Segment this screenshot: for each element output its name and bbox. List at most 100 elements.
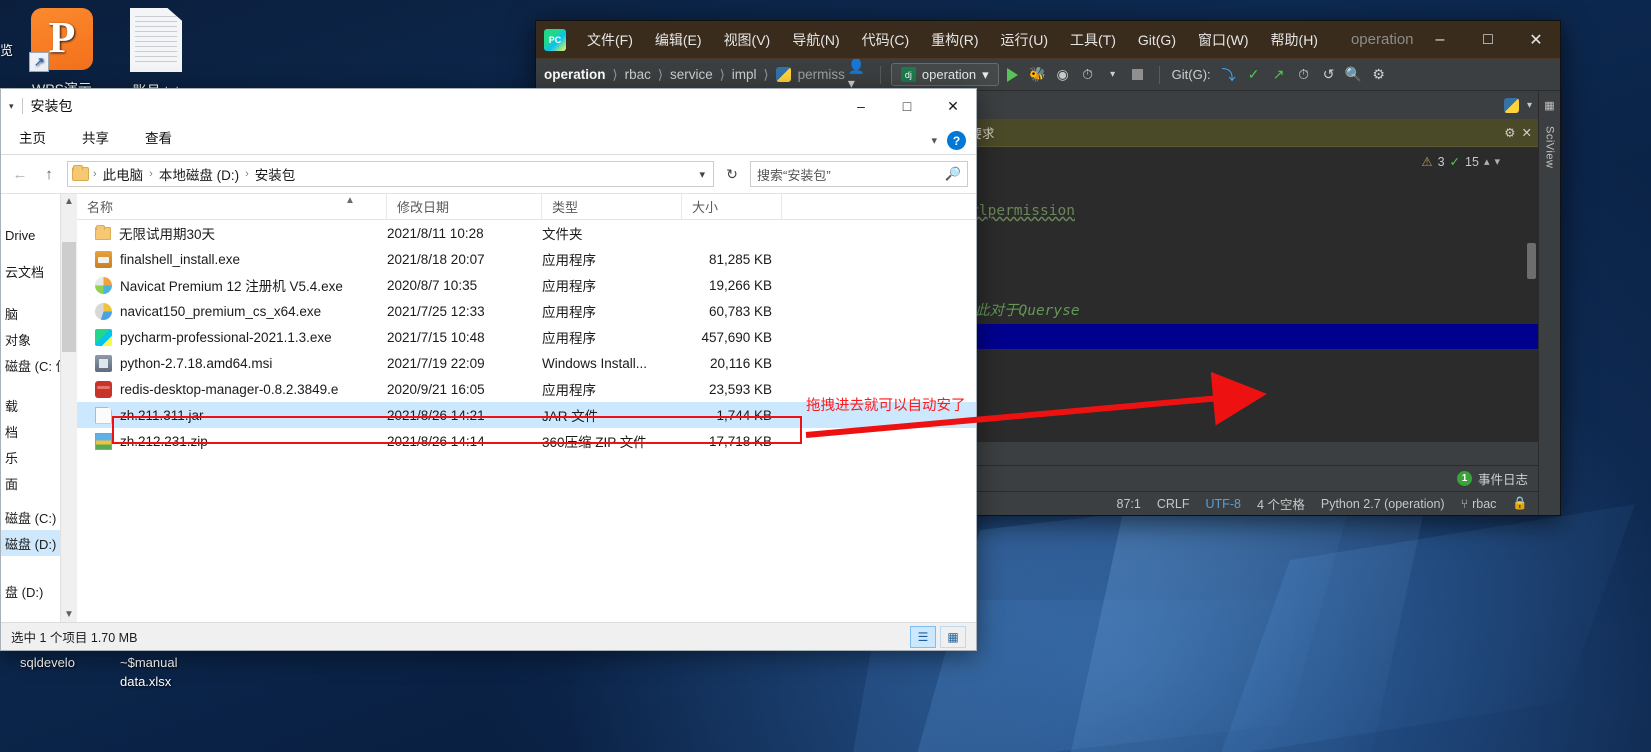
run-with-coverage-button[interactable]: ◉ xyxy=(1052,64,1074,86)
chevron-down-icon[interactable]: ▾ xyxy=(1102,64,1124,86)
nav-pane-scrollbar[interactable]: ▲ ▼ xyxy=(60,194,77,622)
user-group-icon[interactable]: 👤▾ xyxy=(848,58,870,91)
maximize-button[interactable]: □ xyxy=(884,89,930,123)
ribbon-tab-share[interactable]: 共享 xyxy=(64,122,127,154)
table-row[interactable]: pycharm-professional-2021.1.3.exe 2021/7… xyxy=(77,324,976,350)
settings-gear-icon[interactable]: ⚙ xyxy=(1368,64,1390,86)
quick-access-toolbar[interactable]: ▾ xyxy=(9,101,14,112)
minimize-button[interactable]: – xyxy=(1416,21,1464,58)
profile-button[interactable]: ⏱ xyxy=(1077,64,1099,86)
chevron-down-icon[interactable]: ▾ xyxy=(9,101,14,112)
run-button[interactable] xyxy=(1002,64,1024,86)
ribbon-tab-view[interactable]: 查看 xyxy=(127,122,190,154)
caret-position[interactable]: 87:1 xyxy=(1117,497,1141,511)
column-header-name[interactable]: 名称 xyxy=(77,194,387,219)
more-tabs-button[interactable]: ▾ xyxy=(1498,91,1538,119)
debug-button[interactable]: 🐝 xyxy=(1027,64,1049,86)
line-separator[interactable]: CRLF xyxy=(1157,497,1190,511)
git-rollback-icon[interactable]: ↺ xyxy=(1318,64,1340,86)
menu-help[interactable]: 帮助(H) xyxy=(1260,24,1329,56)
minimize-button[interactable]: – xyxy=(838,89,884,123)
pycharm-icon xyxy=(95,328,112,346)
large-icons-view-button[interactable]: ▦ xyxy=(940,625,966,648)
address-segment-this-pc[interactable]: 此电脑 xyxy=(101,164,146,184)
breadcrumb-service[interactable]: service xyxy=(670,67,713,82)
editor-scrollbar-thumb[interactable] xyxy=(1527,243,1536,279)
git-history-icon[interactable]: ⏱ xyxy=(1293,64,1315,86)
address-segment-local-disk-d[interactable]: 本地磁盘 (D:) xyxy=(157,164,241,184)
tool-window-event-log[interactable]: 事件日志 xyxy=(1478,469,1528,488)
lock-icon[interactable]: 🔒 xyxy=(1512,496,1528,511)
close-icon[interactable]: ✕ xyxy=(1522,125,1532,140)
breadcrumb-rbac[interactable]: rbac xyxy=(625,67,651,82)
python-interpreter[interactable]: Python 2.7 (operation) xyxy=(1321,497,1445,511)
breadcrumb-impl[interactable]: impl xyxy=(732,67,757,82)
menu-view[interactable]: 视图(V) xyxy=(713,24,782,56)
file-explorer-window[interactable]: ▾ 安装包 – □ ✕ 主页 共享 查看 ▾ ? ← ↑ › 此电脑 › 本地磁… xyxy=(0,88,977,651)
file-encoding[interactable]: UTF-8 xyxy=(1206,497,1241,511)
taskbar-item-label[interactable]: sqldevelo xyxy=(20,655,75,670)
menu-file[interactable]: 文件(F) xyxy=(576,24,644,56)
menu-tools[interactable]: 工具(T) xyxy=(1059,24,1127,56)
menu-navigate[interactable]: 导航(N) xyxy=(781,24,850,56)
address-bar[interactable]: › 此电脑 › 本地磁盘 (D:) › 安装包 ▾ xyxy=(67,161,714,187)
menu-run[interactable]: 运行(U) xyxy=(990,24,1059,56)
address-segment-current-folder[interactable]: 安装包 xyxy=(253,164,298,184)
run-configuration-selector[interactable]: dj operation ▾ xyxy=(890,63,999,86)
git-commit-icon[interactable]: ✓ xyxy=(1243,64,1265,86)
maximize-button[interactable]: □ xyxy=(1464,21,1512,58)
table-row[interactable]: 无限试用期30天 2021/8/11 10:28 文件夹 xyxy=(77,220,976,246)
ribbon-tab-home[interactable]: 主页 xyxy=(1,122,64,154)
breadcrumb-permission[interactable]: permiss xyxy=(798,67,845,82)
file-date: 2020/9/21 16:05 xyxy=(387,381,485,397)
file-type: 应用程序 xyxy=(542,279,596,294)
table-row[interactable]: navicat150_premium_cs_x64.exe 2021/7/25 … xyxy=(77,298,976,324)
details-view-button[interactable]: ☰ xyxy=(910,625,936,648)
menu-window[interactable]: 窗口(W) xyxy=(1187,24,1260,56)
back-button[interactable]: ← xyxy=(9,166,31,183)
table-row-selected[interactable]: zh.211.311.jar 2021/8/26 14:21 JAR 文件 1,… xyxy=(77,402,976,428)
taskbar-item-label[interactable]: ~$manual xyxy=(120,655,177,670)
close-button[interactable]: ✕ xyxy=(930,89,976,123)
column-header-type[interactable]: 类型 xyxy=(542,194,682,219)
indent-setting[interactable]: 4 个空格 xyxy=(1257,494,1305,513)
help-icon[interactable]: ? xyxy=(947,131,966,150)
git-update-icon[interactable]: ⤵ xyxy=(1218,64,1240,86)
table-row[interactable]: python-2.7.18.amd64.msi 2021/7/19 22:09 … xyxy=(77,350,976,376)
chevron-up-icon[interactable]: ▲ xyxy=(64,196,74,207)
table-row[interactable]: zh.212.231.zip 2021/8/26 14:14 360压缩 ZIP… xyxy=(77,428,976,454)
refresh-button[interactable]: ↻ xyxy=(721,166,743,183)
navigation-pane[interactable]: Drive 云文档 脑 对象 磁盘 (C: 位于 载 档 乐 面 磁盘 (C:)… xyxy=(1,194,77,622)
git-branch-indicator[interactable]: ⑂ rbac xyxy=(1461,497,1497,511)
menu-git[interactable]: Git(G) xyxy=(1127,26,1187,54)
close-button[interactable]: ✕ xyxy=(1512,21,1560,58)
chevron-down-icon[interactable]: ▾ xyxy=(1494,155,1500,168)
stop-button[interactable] xyxy=(1127,64,1149,86)
table-row[interactable]: redis-desktop-manager-0.8.2.3849.e 2020/… xyxy=(77,376,976,402)
up-button[interactable]: ↑ xyxy=(38,166,60,183)
database-icon[interactable]: ▦ xyxy=(1544,99,1554,112)
taskbar-item-label[interactable]: data.xlsx xyxy=(120,674,171,689)
chevron-down-icon[interactable]: ▾ xyxy=(931,134,937,147)
git-push-icon[interactable]: ↗ xyxy=(1268,64,1290,86)
scrollbar-thumb[interactable] xyxy=(62,242,76,352)
table-row[interactable]: finalshell_install.exe 2021/8/18 20:07 应… xyxy=(77,246,976,272)
menu-code[interactable]: 代码(C) xyxy=(851,24,920,56)
desktop-icon-wps[interactable]: P ↗ WPS演示 xyxy=(14,8,110,98)
sciview-tool-button[interactable]: SciView xyxy=(1544,126,1556,168)
chevron-down-icon[interactable]: ▼ xyxy=(64,609,74,620)
inspection-widget[interactable]: ⚠ 3 ✓ 15 ▴ ▾ xyxy=(1417,153,1504,170)
chevron-up-icon[interactable]: ▴ xyxy=(1484,155,1490,168)
menu-refactor[interactable]: 重构(R) xyxy=(920,24,989,56)
file-list-pane[interactable]: 名称 修改日期 类型 大小 ▲ 无限试用期30天 2021/8/11 10:28… xyxy=(77,194,976,622)
column-header-size[interactable]: 大小 xyxy=(682,194,782,219)
table-row[interactable]: Navicat Premium 12 注册机 V5.4.exe 2020/8/7… xyxy=(77,272,976,298)
search-input[interactable]: 搜索“安装包” 🔍 xyxy=(750,161,968,187)
search-everywhere-icon[interactable]: 🔍 xyxy=(1343,64,1365,86)
menu-edit[interactable]: 编辑(E) xyxy=(644,24,713,56)
column-header-date[interactable]: 修改日期 xyxy=(387,194,542,219)
desktop-icon-account-txt[interactable]: 账号.txt xyxy=(108,8,204,100)
breadcrumb-operation[interactable]: operation xyxy=(544,67,606,82)
chevron-down-icon[interactable]: ▾ xyxy=(699,168,709,181)
settings-gear-icon[interactable]: ⚙ xyxy=(1504,125,1515,140)
